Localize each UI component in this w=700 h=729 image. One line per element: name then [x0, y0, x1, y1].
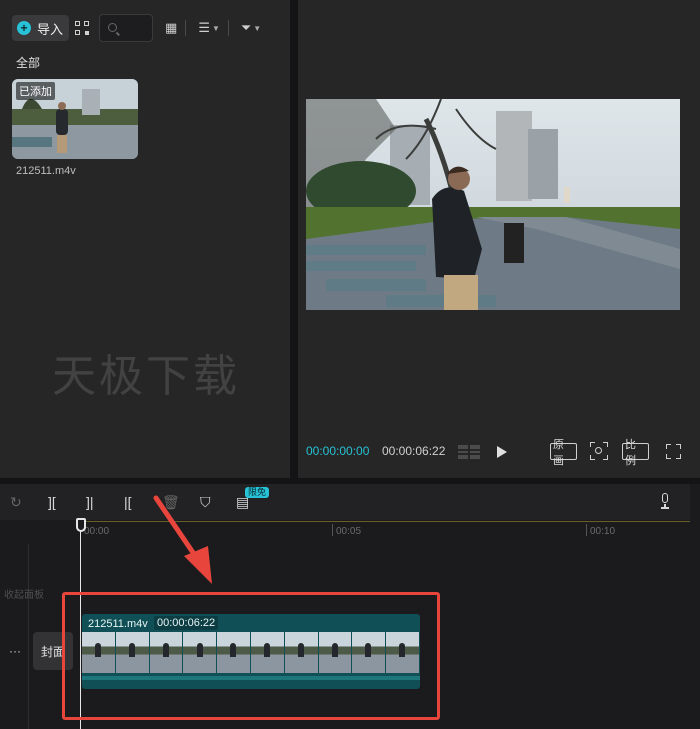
- zoom-fit-icon[interactable]: [590, 442, 608, 460]
- watermark-text: 天极下载: [52, 352, 240, 401]
- plus-icon: +: [17, 21, 31, 35]
- ruler-tick: [586, 524, 587, 536]
- media-thumbnail[interactable]: 已添加: [12, 79, 138, 159]
- ruler-tick-label: 00:00: [84, 526, 110, 537]
- layout-grid-icon[interactable]: ▦: [165, 20, 177, 36]
- media-toolbar: + 导入 ▦ ☰ ▼ ⏷ ▼: [12, 14, 261, 42]
- ruler-tick-label: 00:05: [336, 526, 362, 537]
- player-panel: 00:00:00:00 00:00:06:22 原画 比例: [298, 0, 700, 478]
- ruler-tick-label: 00:10: [590, 526, 616, 537]
- divider: [185, 20, 187, 36]
- annotation-highlight-box: [62, 592, 440, 720]
- import-button[interactable]: + 导入: [12, 15, 70, 41]
- grid-icon[interactable]: [458, 445, 480, 459]
- added-badge: 已添加: [16, 82, 55, 100]
- fullscreen-icon[interactable]: [666, 444, 681, 459]
- timeline-panel: ↻ ][ ]| |[ 🗑 ⛉ ▤ 限免 00:00 00:05 00:10 收起…: [0, 484, 700, 729]
- annotation-arrow-icon: [153, 495, 212, 584]
- media-panel: + 导入 ▦ ☰ ▼ ⏷ ▼ 全部 已添加 212511.m4v 天极下载: [0, 0, 290, 478]
- chevron-down-icon: ▼: [253, 23, 262, 33]
- redo-icon[interactable]: ↻: [10, 494, 22, 510]
- sort-dropdown[interactable]: ☰ ▼: [198, 20, 220, 36]
- trim-right-icon[interactable]: |[: [124, 494, 132, 510]
- microphone-icon[interactable]: [660, 493, 670, 509]
- track-header-divider: [28, 544, 29, 729]
- video-preview[interactable]: [306, 99, 680, 310]
- timeline-toolbar: ↻ ][ ]| |[ 🗑 ⛉ ▤ 限免: [0, 484, 690, 520]
- qr-code-icon[interactable]: [75, 21, 90, 35]
- split-icon[interactable]: ][: [48, 494, 56, 510]
- filter-dropdown[interactable]: ⏷ ▼: [241, 20, 261, 36]
- free-badge: 限免: [245, 487, 270, 498]
- original-quality-button[interactable]: 原画: [550, 439, 577, 467]
- aspect-ratio-button[interactable]: 比例: [622, 439, 649, 467]
- thumbnail-filename: 212511.m4v: [16, 165, 76, 177]
- video-frame-image: [306, 99, 680, 310]
- search-icon: [108, 23, 118, 32]
- search-input[interactable]: [99, 14, 154, 42]
- category-all[interactable]: 全部: [16, 54, 40, 71]
- total-duration: 00:00:06:22: [382, 444, 446, 458]
- current-time: 00:00:00:00: [306, 444, 370, 458]
- ruler-tick: [332, 524, 333, 536]
- import-label: 导入: [37, 21, 64, 37]
- chevron-down-icon: ▼: [211, 23, 220, 33]
- collapse-panel-label[interactable]: 收起面板: [4, 586, 44, 601]
- playhead-handle[interactable]: [76, 518, 86, 532]
- play-icon[interactable]: [497, 446, 507, 458]
- trim-left-icon[interactable]: ]|: [86, 494, 94, 510]
- track-more-icon[interactable]: ···: [9, 644, 21, 658]
- divider: [227, 20, 229, 36]
